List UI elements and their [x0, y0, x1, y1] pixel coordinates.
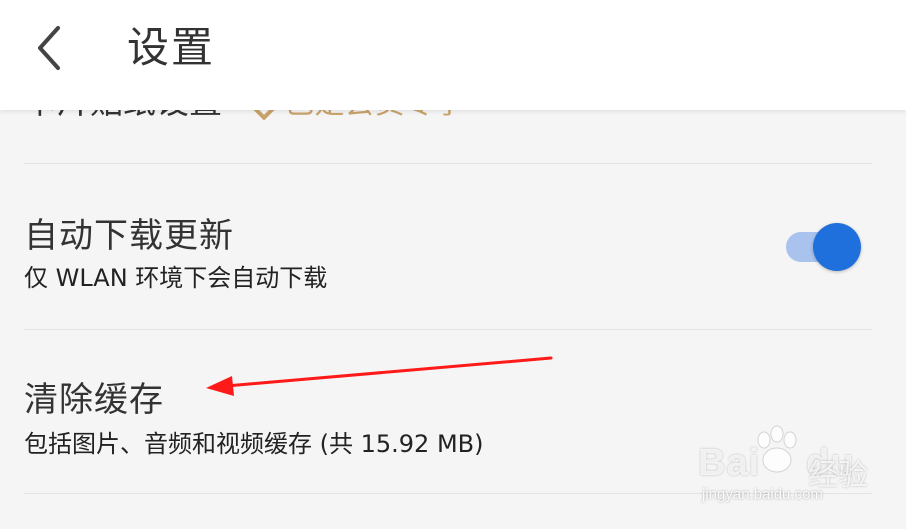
divider [24, 493, 872, 494]
chevron-left-icon [38, 26, 60, 70]
clear-cache-row[interactable]: 清除缓存 包括图片、音频和视频缓存 (共 15.92 MB) [0, 330, 906, 493]
auto-update-title: 自动下载更新 [24, 216, 234, 256]
clear-cache-subtitle: 包括图片、音频和视频缓存 (共 15.92 MB) [24, 430, 484, 458]
back-button[interactable] [24, 20, 80, 76]
toggle-knob [813, 223, 861, 271]
auto-update-subtitle: 仅 WLAN 环境下会自动下载 [24, 264, 328, 292]
auto-update-toggle[interactable] [786, 221, 862, 273]
clear-cache-title: 清除缓存 [24, 380, 164, 420]
auto-update-row[interactable]: 自动下载更新 仅 WLAN 环境下会自动下载 [0, 164, 906, 329]
app-header: 设置 [0, 0, 906, 110]
page-title: 设置 [127, 23, 216, 72]
